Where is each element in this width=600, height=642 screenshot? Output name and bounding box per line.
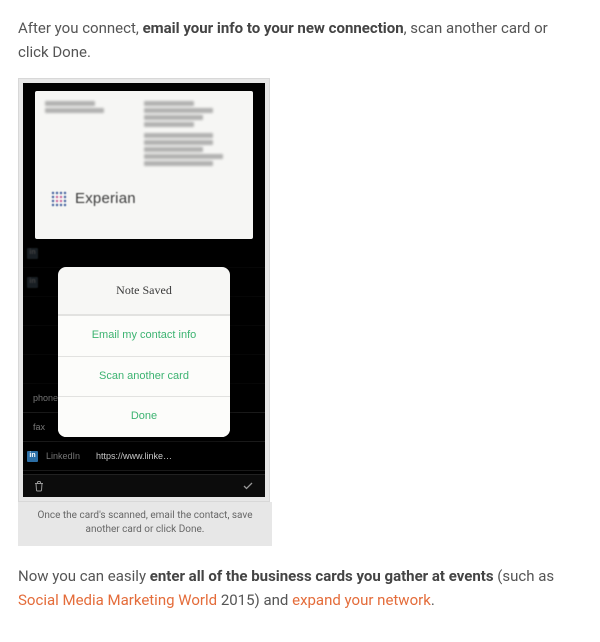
intro-paragraph: After you connect, email your info to yo… (18, 16, 582, 64)
list-item: in (23, 239, 265, 268)
figure-caption: Once the card's scanned, email the conta… (18, 502, 272, 546)
bottom-toolbar (23, 474, 265, 497)
note-saved-dialog: Note Saved Email my contact info Scan an… (58, 267, 230, 437)
card-logo-text: Experian (75, 187, 136, 211)
card-blurred-details (35, 91, 253, 181)
row-linkedin[interactable]: in LinkedIn https://www.linke… (23, 442, 265, 471)
figure: Experian in in phone ❯ fa (18, 78, 270, 546)
outro-mid2: 2015) and (217, 591, 292, 609)
linkedin-icon: in (27, 451, 38, 462)
trash-icon[interactable] (33, 480, 45, 492)
scan-another-card-button[interactable]: Scan another card (58, 356, 230, 397)
outro-bold: enter all of the business cards you gath… (150, 567, 494, 585)
row-label: LinkedIn (46, 449, 88, 463)
link-smmw[interactable]: Social Media Marketing World (18, 591, 217, 609)
outro-paragraph: Now you can easily enter all of the busi… (18, 564, 582, 612)
intro-text-bold: email your info to your new connection (143, 19, 404, 37)
link-expand-network[interactable]: expand your network (292, 591, 431, 609)
outro-before: Now you can easily (18, 567, 150, 585)
done-button[interactable]: Done (58, 396, 230, 437)
checkmark-icon[interactable] (241, 480, 255, 492)
business-card-preview: Experian (35, 91, 253, 239)
linkedin-icon: in (27, 248, 38, 259)
experian-logo-icon (49, 189, 69, 209)
outro-after: . (431, 591, 435, 609)
dialog-title: Note Saved (58, 267, 230, 315)
outro-mid1: (such as (494, 567, 555, 585)
row-value: https://www.linke… (96, 449, 172, 463)
phone-screen: Experian in in phone ❯ fa (23, 83, 265, 497)
intro-text-before: After you connect, (18, 19, 143, 37)
dialog-overlay: Note Saved Email my contact info Scan an… (23, 267, 265, 437)
card-logo: Experian (35, 181, 253, 223)
email-contact-info-button[interactable]: Email my contact info (58, 315, 230, 356)
phone-frame: Experian in in phone ❯ fa (18, 78, 270, 502)
